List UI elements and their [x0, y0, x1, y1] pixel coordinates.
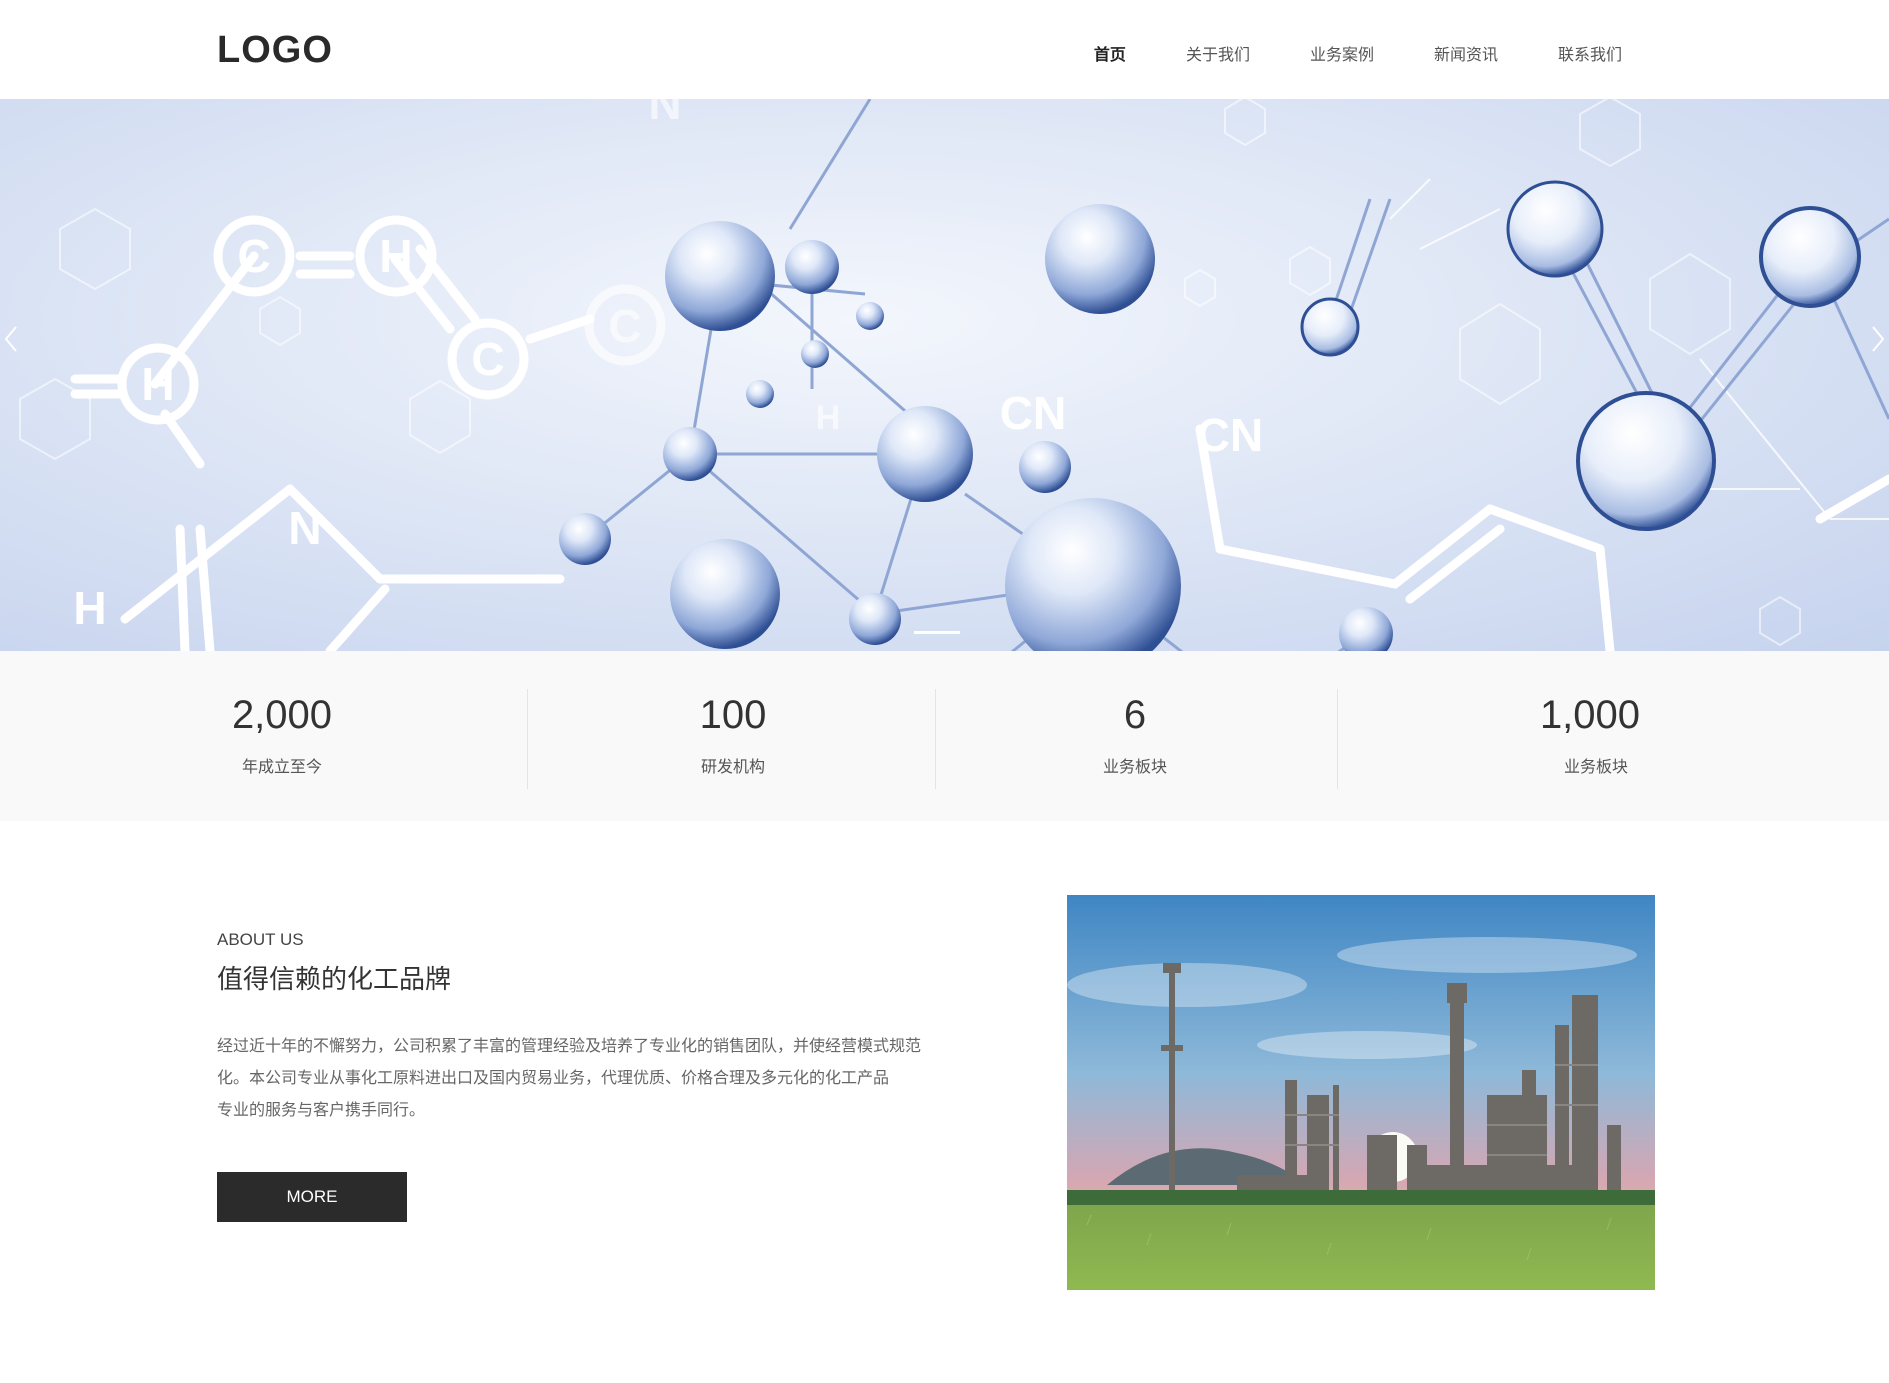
about-title: 值得信赖的化工品牌 — [217, 965, 452, 995]
about-subtitle: ABOUT US — [217, 930, 304, 949]
nav-item-about[interactable]: 关于我们 — [1186, 33, 1250, 67]
label-c2: C — [471, 333, 504, 385]
label-c3: C — [608, 300, 641, 352]
molecule-illustration: C H C C H N CN CN H H H H N — [19, 99, 1889, 651]
nav-item-home[interactable]: 首页 — [1094, 33, 1126, 67]
stat-value: 2,000 — [231, 693, 333, 737]
label-cn: CN — [1000, 387, 1066, 439]
site-header: LOGO 首页 关于我们 业务案例 新闻资讯 联系我们 — [0, 0, 1889, 99]
about-description: 经过近十年的不懈努力，公司积累了丰富的管理经验及培养了专业化的销售团队，并使经营… — [217, 1030, 927, 1126]
label-h: H — [379, 230, 412, 282]
stat-item: 1,000 业务板块 — [1490, 651, 1690, 821]
stat-value: 100 — [699, 693, 767, 737]
stat-item: 100 研发机构 — [633, 651, 833, 821]
stat-divider — [527, 689, 528, 789]
about-line: 专业的服务与客户携手同行。 — [217, 1100, 426, 1119]
stat-item: 6 业务板块 — [1035, 651, 1235, 821]
chevron-left-icon[interactable] — [0, 309, 40, 369]
label-h6: H — [816, 399, 841, 437]
more-button[interactable]: MORE — [217, 1172, 407, 1222]
logo[interactable]: LOGO — [217, 27, 333, 73]
label-h2: H — [141, 358, 174, 410]
chevron-right-icon[interactable] — [1849, 309, 1889, 369]
label-h3: H — [73, 582, 106, 634]
main-nav: 首页 关于我们 业务案例 新闻资讯 联系我们 — [1034, 0, 1622, 99]
about-line: 化。本公司专业从事化工原料进出口及国内贸易业务，代理优质、价格合理及多元化的化工… — [217, 1068, 890, 1087]
label-n: N — [288, 502, 321, 554]
hero-banner: C H C C H N CN CN H H H H N — [0, 99, 1889, 651]
label-cn2: CN — [1197, 409, 1263, 461]
slide-indicator[interactable] — [914, 631, 960, 634]
stat-divider — [1337, 689, 1338, 789]
stat-label: 业务板块 — [1563, 757, 1628, 776]
nav-item-news[interactable]: 新闻资讯 — [1434, 33, 1498, 67]
stat-divider — [935, 689, 936, 789]
stat-label: 年成立至今 — [241, 757, 322, 776]
refinery-image — [1067, 895, 1655, 1290]
label-n2: N — [648, 99, 681, 129]
stat-value: 6 — [1123, 693, 1147, 737]
label-c: C — [237, 230, 270, 282]
nav-item-cases[interactable]: 业务案例 — [1310, 33, 1374, 67]
stat-item: 2,000 年成立至今 — [182, 651, 382, 821]
nav-item-contact[interactable]: 联系我们 — [1558, 33, 1622, 67]
stats-bar: 2,000 年成立至今 100 研发机构 6 业务板块 1,000 业务板块 — [0, 651, 1889, 821]
stat-label: 研发机构 — [700, 757, 765, 776]
stat-label: 业务板块 — [1102, 757, 1167, 776]
about-line: 经过近十年的不懈努力，公司积累了丰富的管理经验及培养了专业化的销售团队，并使经营… — [217, 1036, 922, 1055]
stat-value: 1,000 — [1539, 693, 1641, 737]
